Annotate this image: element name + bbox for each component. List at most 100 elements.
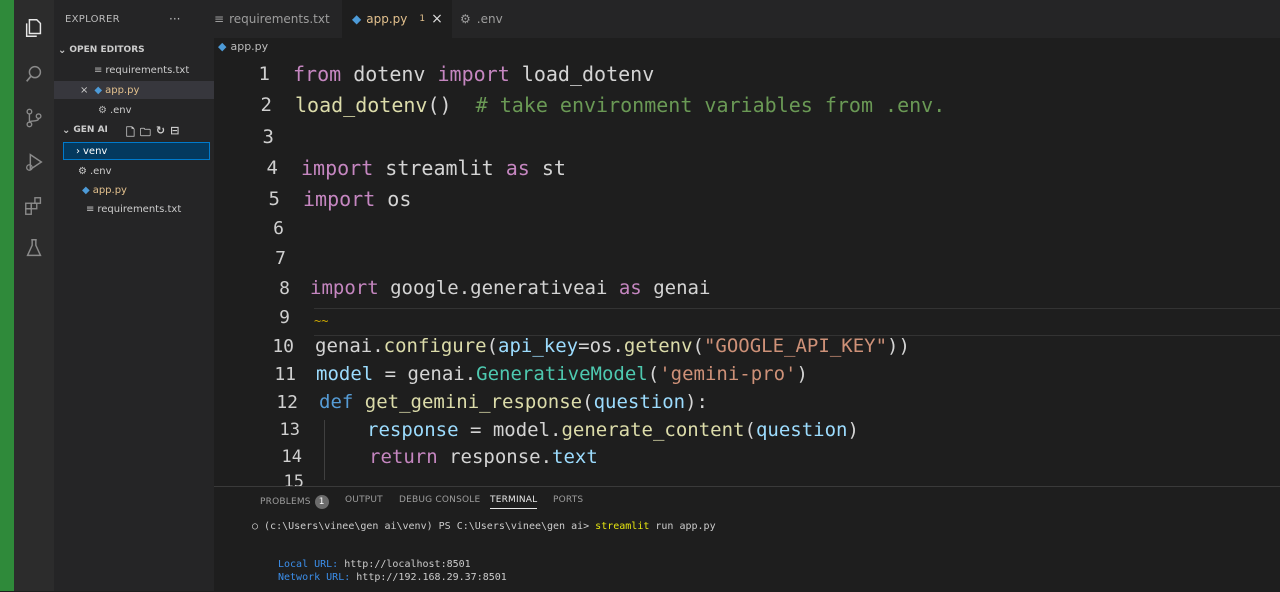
problem-count-badge: 1 xyxy=(314,495,329,509)
punct: ( xyxy=(582,391,594,413)
panel-tab-label: PROBLEMS xyxy=(260,497,311,507)
keyword: import xyxy=(437,62,510,86)
punct: ) xyxy=(796,363,808,385)
variable: model xyxy=(316,363,374,385)
comment: # take environment variables from .env. xyxy=(451,93,946,117)
gear-icon: ⚙ xyxy=(98,104,107,116)
attribute: text xyxy=(552,446,598,468)
explorer-icon[interactable] xyxy=(22,16,46,40)
tree-item-label: .env xyxy=(89,165,112,177)
testing-flask-icon[interactable] xyxy=(22,236,46,260)
warning-squiggle: ~~ xyxy=(314,314,329,328)
terminal-network-url-line: Network URL: http://192.168.29.37:8501 xyxy=(278,572,507,583)
local-url[interactable]: http://localhost:8501 xyxy=(344,559,470,570)
new-file-icon[interactable]: 🗋 xyxy=(126,124,135,143)
terminal-command-line[interactable]: ○ (c:\Users\vinee\gen ai\venv) PS C:\Use… xyxy=(252,521,716,532)
line-number: 3 xyxy=(262,126,274,148)
punct: ) xyxy=(847,419,859,441)
tab-label: app.py xyxy=(366,12,408,26)
activity-bar xyxy=(14,0,54,591)
python-file-icon: ◆ xyxy=(82,184,90,196)
tab-ports[interactable]: PORTS xyxy=(553,495,583,505)
problem-count-badge: 1 xyxy=(419,14,426,24)
open-editor-app-py[interactable]: × ◆ app.py 1 xyxy=(54,81,240,99)
run-debug-icon[interactable] xyxy=(22,150,46,174)
string: 'gemini-pro' xyxy=(659,363,797,385)
line-number: 9 xyxy=(279,307,290,328)
network-url[interactable]: http://192.168.29.37:8501 xyxy=(356,572,507,583)
keyword: return xyxy=(369,446,438,468)
punct: ( xyxy=(692,335,704,357)
keyword: import xyxy=(301,156,374,180)
tree-item-venv[interactable]: › venv xyxy=(63,142,210,160)
alias-name: genai xyxy=(641,277,711,299)
identifier: =os. xyxy=(578,335,624,357)
txt-file-icon: ≡ xyxy=(86,203,95,215)
punct: ): xyxy=(685,391,708,413)
module-name: dotenv xyxy=(341,62,438,86)
punct: ( xyxy=(647,363,660,385)
folder-header[interactable]: ⌄ GEN AI 🗋 🗀 ↻ ⊟ xyxy=(54,121,222,139)
function-call: configure xyxy=(383,335,487,357)
tree-item-env[interactable]: ⚙ .env xyxy=(54,162,238,180)
line-number: 13 xyxy=(279,420,300,440)
code-line: model = genai.GenerativeModel('gemini-pr… xyxy=(316,363,808,385)
punct: )) xyxy=(887,335,910,357)
close-icon[interactable]: × xyxy=(80,85,88,96)
alias-name: st xyxy=(529,156,566,180)
refresh-icon[interactable]: ↻ xyxy=(156,124,165,143)
line-number: 15 xyxy=(283,472,304,486)
tab-app-py[interactable]: ◆ app.py 1 × xyxy=(342,0,452,38)
line-number: 11 xyxy=(274,364,296,385)
string: "GOOGLE_API_KEY" xyxy=(703,335,888,357)
code-line: response = model.generate_content(questi… xyxy=(367,419,859,441)
tab-terminal[interactable]: TERMINAL xyxy=(490,495,538,509)
python-file-icon: ◆ xyxy=(352,12,362,26)
collapse-all-icon[interactable]: ⊟ xyxy=(170,124,179,143)
open-editor-label: .env xyxy=(109,104,132,116)
explorer-title: EXPLORER xyxy=(65,14,120,25)
extensions-icon[interactable] xyxy=(22,194,46,218)
source-control-icon[interactable] xyxy=(22,106,46,130)
function-call: generate_content xyxy=(561,419,745,441)
chevron-right-icon: › xyxy=(76,145,80,157)
tab-debug-console[interactable]: DEBUG CONSOLE xyxy=(399,495,480,505)
code-line: return response.text xyxy=(369,446,598,468)
punct: ( xyxy=(744,419,756,441)
line-number: 2 xyxy=(260,94,272,116)
keyword: as xyxy=(505,156,530,180)
close-icon[interactable]: × xyxy=(431,11,443,27)
network-url-label: Network URL: xyxy=(278,572,357,583)
keyword: import xyxy=(310,277,379,299)
identifier: = model. xyxy=(458,419,562,441)
variable: response xyxy=(367,419,459,441)
txt-file-icon: ≡ xyxy=(94,64,103,76)
tab-problems[interactable]: PROBLEMS 1 xyxy=(260,495,329,509)
line-number: 10 xyxy=(272,336,294,357)
tree-item-label: app.py xyxy=(92,184,127,196)
new-folder-icon[interactable]: 🗀 xyxy=(140,124,151,143)
gear-icon: ⚙ xyxy=(78,165,87,177)
open-editors-header[interactable]: ⌄ OPEN EDITORS xyxy=(54,41,218,59)
tab-env[interactable]: ⚙ .env xyxy=(460,0,540,38)
tab-output[interactable]: OUTPUT xyxy=(345,495,383,505)
code-line: from dotenv import load_dotenv xyxy=(293,62,654,86)
editor-tab-bar: ≡ requirements.txt ◆ app.py 1 × ⚙ .env xyxy=(214,0,1280,38)
search-icon[interactable] xyxy=(22,62,46,86)
tab-requirements[interactable]: ≡ requirements.txt xyxy=(214,0,342,38)
more-actions-icon[interactable]: ··· xyxy=(169,12,180,26)
code-line: def get_gemini_response(question): xyxy=(319,391,708,413)
screen-bezel xyxy=(0,0,14,591)
tab-label: requirements.txt xyxy=(229,12,330,26)
code-editor[interactable]: 1 2 3 4 5 6 7 8 9 10 11 12 13 14 15 from… xyxy=(214,58,1280,486)
line-number: 5 xyxy=(268,188,280,210)
terminal-prompt: ○ (c:\Users\vinee\gen ai\venv) PS C:\Use… xyxy=(252,521,596,532)
breadcrumb-file[interactable]: app.py xyxy=(230,40,268,53)
txt-file-icon: ≡ xyxy=(214,12,225,26)
keyword: as xyxy=(618,277,642,299)
identifier: genai. xyxy=(315,335,384,357)
param: question xyxy=(755,419,848,441)
code-line: load_dotenv() # take environment variabl… xyxy=(295,93,945,117)
class-name: GenerativeModel xyxy=(476,363,648,385)
tab-label: .env xyxy=(476,12,503,26)
